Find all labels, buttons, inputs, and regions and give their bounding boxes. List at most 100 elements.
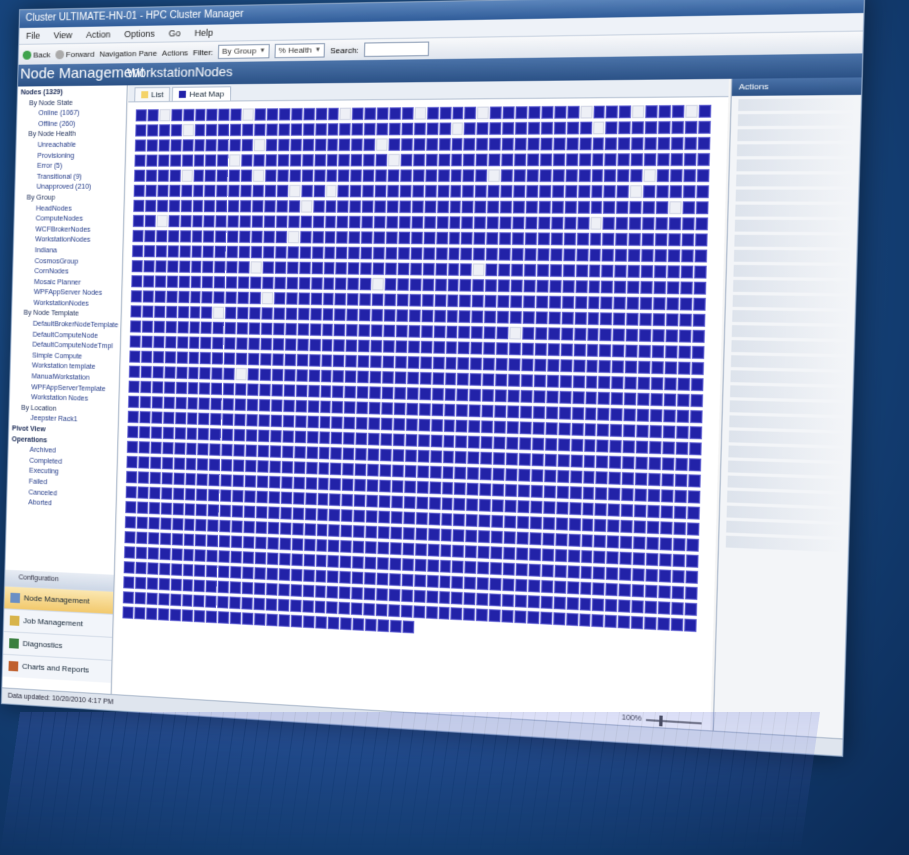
heatmap-node-cell[interactable] [259,383,271,397]
heatmap-node-cell[interactable] [665,313,679,327]
heatmap-node-cell[interactable] [684,137,697,150]
heatmap-node-cell[interactable] [156,215,168,228]
heatmap-node-cell[interactable] [254,123,266,136]
heatmap-node-cell[interactable] [681,233,694,247]
heatmap-node-cell[interactable] [544,453,557,467]
heatmap-node-cell[interactable] [237,306,249,320]
heatmap-node-cell[interactable] [457,357,470,370]
heatmap-node-cell[interactable] [365,541,377,554]
heatmap-node-cell[interactable] [182,108,195,122]
heatmap-node-cell[interactable] [377,619,390,633]
heatmap-node-cell[interactable] [604,614,618,629]
heatmap-node-cell[interactable] [645,584,658,599]
heatmap-node-cell[interactable] [370,355,382,369]
heatmap-node-cell[interactable] [346,324,358,337]
heatmap-node-cell[interactable] [290,138,302,152]
heatmap-node-cell[interactable] [374,200,387,213]
heatmap-node-cell[interactable] [531,437,545,451]
heatmap-node-cell[interactable] [146,607,158,621]
heatmap-node-cell[interactable] [309,323,321,336]
heatmap-node-cell[interactable] [501,137,514,151]
heatmap-node-cell[interactable] [561,295,574,309]
heatmap-node-cell[interactable] [315,616,327,629]
heatmap-node-cell[interactable] [306,446,318,460]
heatmap-node-cell[interactable] [307,400,319,413]
heatmap-node-cell[interactable] [362,184,375,198]
heatmap-node-cell[interactable] [397,247,410,260]
heatmap-node-cell[interactable] [428,512,441,526]
heatmap-node-cell[interactable] [385,231,398,245]
heatmap-node-cell[interactable] [644,600,658,615]
heatmap-node-cell[interactable] [527,610,540,625]
heatmap-node-cell[interactable] [229,581,242,594]
heatmap-node-cell[interactable] [488,153,501,167]
heatmap-node-cell[interactable] [529,532,542,546]
heatmap-node-cell[interactable] [587,312,600,326]
heatmap-node-cell[interactable] [651,361,664,375]
heatmap-node-cell[interactable] [218,550,230,563]
heatmap-node-cell[interactable] [400,169,412,182]
heatmap-node-cell[interactable] [479,498,492,512]
heatmap-node-cell[interactable] [293,461,306,475]
heatmap-node-cell[interactable] [676,393,690,407]
heatmap-node-cell[interactable] [641,233,655,247]
heatmap-node-cell[interactable] [358,324,371,337]
heatmap-node-cell[interactable] [666,281,680,295]
heatmap-node-cell[interactable] [528,547,542,562]
heatmap-node-cell[interactable] [222,413,234,426]
heatmap-node-cell[interactable] [391,495,403,509]
heatmap-node-cell[interactable] [189,321,201,334]
heatmap-node-cell[interactable] [602,216,616,230]
heatmap-node-cell[interactable] [134,576,147,590]
heatmap-node-cell[interactable] [383,324,396,338]
heatmap-node-cell[interactable] [301,599,314,613]
heatmap-node-cell[interactable] [328,539,340,553]
heatmap-node-cell[interactable] [288,200,300,213]
heatmap-node-cell[interactable] [352,556,364,569]
heatmap-node-cell[interactable] [661,473,674,487]
heatmap-node-cell[interactable] [685,570,698,584]
heatmap-node-cell[interactable] [683,618,697,632]
heatmap-node-cell[interactable] [372,277,384,291]
heatmap-node-cell[interactable] [228,184,240,198]
heatmap-node-cell[interactable] [597,407,610,421]
heatmap-node-cell[interactable] [298,277,311,290]
heatmap-node-cell[interactable] [487,185,500,198]
heatmap-node-cell[interactable] [639,328,652,342]
heatmap-node-cell[interactable] [479,483,492,497]
action-item[interactable] [726,505,844,522]
heatmap-node-cell[interactable] [657,617,670,631]
heatmap-node-cell[interactable] [553,121,566,135]
heatmap-node-cell[interactable] [314,600,326,614]
heatmap-node-cell[interactable] [290,123,302,136]
heatmap-node-cell[interactable] [449,185,462,198]
heatmap-node-cell[interactable] [292,507,304,521]
heatmap-node-cell[interactable] [423,231,436,245]
heatmap-node-cell[interactable] [471,310,484,324]
heatmap-node-cell[interactable] [331,400,344,414]
heatmap-node-cell[interactable] [675,457,688,472]
heatmap-node-cell[interactable] [297,307,310,321]
heatmap-node-cell[interactable] [445,341,458,355]
heatmap-node-cell[interactable] [327,554,340,568]
heatmap-node-cell[interactable] [540,121,553,135]
heatmap-node-cell[interactable] [217,595,229,609]
heatmap-node-cell[interactable] [658,121,671,135]
heatmap-node-cell[interactable] [663,409,676,423]
heatmap-node-cell[interactable] [473,247,486,261]
heatmap-node-cell[interactable] [425,169,437,182]
heatmap-node-cell[interactable] [321,323,334,337]
heatmap-node-cell[interactable] [354,478,367,492]
heatmap-node-cell[interactable] [159,109,171,122]
heatmap-node-cell[interactable] [567,549,580,563]
heatmap-node-cell[interactable] [396,293,409,307]
heatmap-node-cell[interactable] [413,605,425,619]
heatmap-node-cell[interactable] [639,297,653,310]
heatmap-node-cell[interactable] [388,138,401,151]
heatmap-node-cell[interactable] [224,321,237,335]
heatmap-node-cell[interactable] [654,265,667,279]
heatmap-node-cell[interactable] [413,122,426,136]
heatmap-node-cell[interactable] [146,139,158,152]
heatmap-node-cell[interactable] [640,281,653,294]
heatmap-node-cell[interactable] [177,290,190,304]
